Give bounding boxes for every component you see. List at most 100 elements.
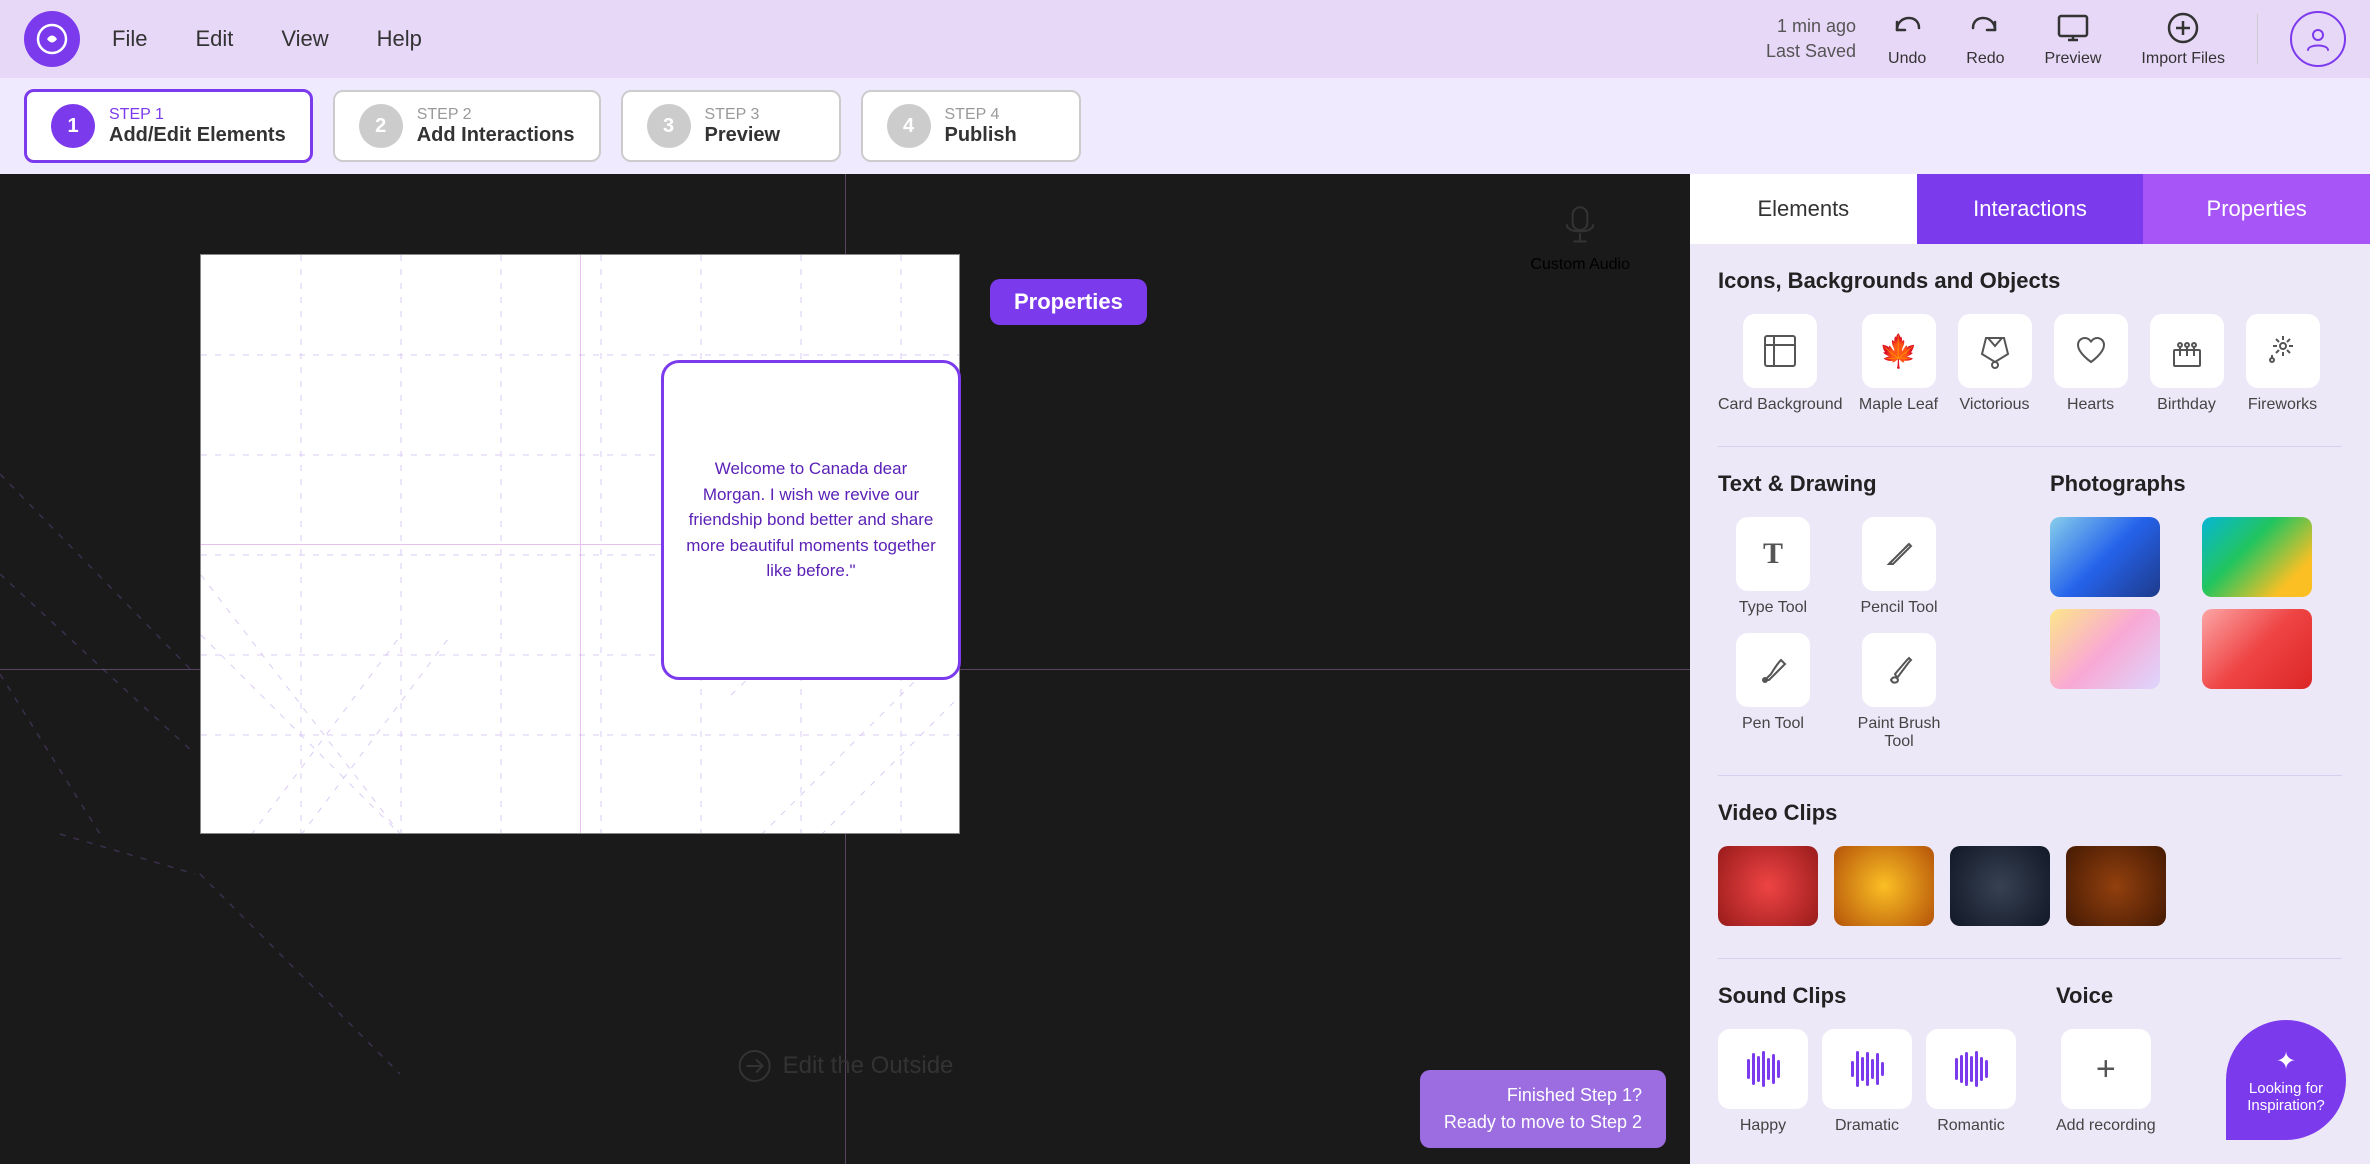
icon-fireworks[interactable]: Fireworks [2243,314,2323,414]
import-icon [2165,10,2201,46]
nav-view[interactable]: View [281,26,328,52]
tab-properties[interactable]: Properties [2143,174,2370,244]
video-clip-4[interactable] [2066,846,2166,926]
add-recording-button[interactable]: + Add recording [2056,1029,2156,1135]
finished-step-button[interactable]: Finished Step 1? Ready to move to Step 2 [1420,1070,1666,1148]
wave-bar [1985,1060,1988,1078]
step-2[interactable]: 2 STEP 2 Add Interactions [333,90,601,162]
tab-interactions[interactable]: Interactions [1917,174,2144,244]
icon-maple-leaf[interactable]: 🍁 Maple Leaf [1859,314,1939,414]
edit-outside-button[interactable]: Edit the Outside [737,1048,954,1084]
right-panel: Elements Interactions Properties Icons, … [1690,174,2370,1164]
panel-tabs: Elements Interactions Properties [1690,174,2370,244]
step-2-num: 2 [359,104,403,148]
wave-bar [1881,1062,1884,1076]
preview-icon [2055,10,2091,46]
icon-card-background[interactable]: Card Background [1718,314,1843,414]
photo-beach[interactable] [2202,517,2312,597]
wave-bar [1876,1053,1879,1085]
photo-cake[interactable] [2050,609,2160,689]
step-3[interactable]: 3 STEP 3 Preview [621,90,841,162]
card-background-label: Card Background [1718,396,1843,414]
inspiration-label: Looking for Inspiration? [2240,1080,2332,1114]
toolbar: Undo Redo Preview [1888,10,2225,68]
step-2-text: STEP 2 Add Interactions [417,106,575,147]
icon-victorious[interactable]: Victorious [1955,314,2035,414]
victorious-icon [1976,332,2014,370]
nav-file[interactable]: File [112,26,147,52]
wave-bar [1861,1057,1864,1081]
wave-bar [1767,1058,1770,1080]
redo-button[interactable]: Redo [1966,10,2004,68]
save-info: 1 min ago Last Saved [1766,14,1856,64]
birthday-icon [2168,332,2206,370]
pen-tool-icon [1757,654,1789,686]
card-element[interactable]: Welcome to Canada dear Morgan. I wish we… [661,360,961,680]
step-1-text: STEP 1 Add/Edit Elements [109,106,286,147]
custom-audio-label: Custom Audio [1530,256,1630,274]
profile-button[interactable] [2290,11,2346,67]
undo-button[interactable]: Undo [1888,10,1926,68]
profile-icon [2303,24,2333,54]
hearts-icon [2072,332,2110,370]
sound-happy[interactable]: Happy [1718,1029,1808,1135]
pencil-tool-label: Pencil Tool [1860,599,1937,617]
maple-leaf-icon-box: 🍁 [1862,314,1936,388]
icon-birthday[interactable]: Birthday [2147,314,2227,414]
paintbrush-tool-box [1862,633,1936,707]
video-clip-2[interactable] [1834,846,1934,926]
pencil-tool-box [1862,517,1936,591]
nav-divider [2257,14,2258,64]
step-4-text: STEP 4 Publish [945,106,1017,147]
video-clip-3[interactable] [1950,846,2050,926]
video-clips-grid [1718,846,2342,926]
import-files-button[interactable]: Import Files [2141,10,2225,68]
birthday-label: Birthday [2157,396,2216,414]
pen-tool-box [1736,633,1810,707]
wave-bar [1762,1051,1765,1087]
tool-type[interactable]: T Type Tool [1718,517,1828,617]
step-4[interactable]: 4 STEP 4 Publish [861,90,1081,162]
top-nav: File Edit View Help 1 min ago Last Saved… [0,0,2370,78]
tool-pencil[interactable]: Pencil Tool [1844,517,1954,617]
custom-audio-button[interactable]: Custom Audio [1530,204,1630,274]
hearts-icon-box [2054,314,2128,388]
wave-bar [1980,1057,1983,1081]
sound-happy-label: Happy [1740,1117,1786,1135]
tool-paintbrush[interactable]: Paint Brush Tool [1844,633,1954,751]
properties-popup[interactable]: Properties [990,279,1147,325]
sound-romantic[interactable]: Romantic [1926,1029,2016,1135]
wave-bar [1856,1051,1859,1087]
type-tool-label: Type Tool [1739,599,1807,617]
pen-tool-label: Pen Tool [1742,715,1804,733]
tab-elements[interactable]: Elements [1690,174,1917,244]
icon-hearts[interactable]: Hearts [2051,314,2131,414]
fireworks-icon-box [2246,314,2320,388]
sound-dramatic[interactable]: Dramatic [1822,1029,1912,1135]
step-1[interactable]: 1 STEP 1 Add/Edit Elements [24,89,313,163]
tools-row-2: Pen Tool Paint Brush Tool [1718,633,2010,751]
inspiration-button[interactable]: ✦ Looking for Inspiration? [2226,1020,2346,1140]
fireworks-label: Fireworks [2248,396,2317,414]
photo-ocean[interactable] [2050,517,2160,597]
voice-section: Voice + Add recording [2056,983,2156,1135]
canvas-area[interactable]: Welcome to Canada dear Morgan. I wish we… [0,174,1690,1164]
wave-bar [1747,1059,1750,1079]
logo[interactable] [24,11,80,67]
sound-dramatic-box [1822,1029,1912,1109]
text-drawing-section: Text & Drawing T Type Tool [1718,471,2010,751]
photo-gift[interactable] [2202,609,2312,689]
tool-pen[interactable]: Pen Tool [1718,633,1828,751]
nav-help[interactable]: Help [377,26,422,52]
wave-bar [1772,1054,1775,1084]
undo-icon [1889,10,1925,46]
step-3-text: STEP 3 Preview [705,106,781,147]
nav-edit[interactable]: Edit [195,26,233,52]
preview-button[interactable]: Preview [2045,10,2102,68]
tools-grid: T Type Tool [1718,517,2010,751]
voice-grid: + Add recording [2056,1029,2156,1135]
video-clip-1[interactable] [1718,846,1818,926]
wave-bar [1757,1056,1760,1082]
photographs-section: Photographs [2050,471,2342,751]
card-text: Welcome to Canada dear Morgan. I wish we… [684,456,938,584]
